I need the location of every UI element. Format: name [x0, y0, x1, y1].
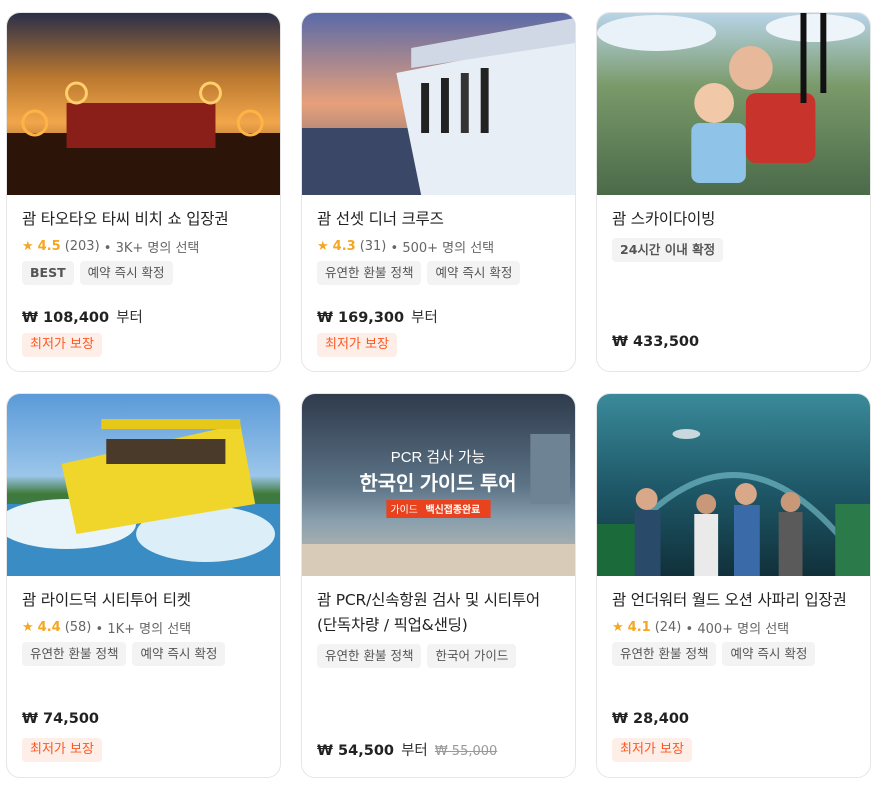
price-value: ₩ 433,500: [612, 334, 700, 350]
rating-score: 4.1: [627, 619, 651, 635]
booked-count: • 400+ 명의 선택: [685, 621, 790, 637]
price-value: ₩ 169,300: [317, 310, 405, 326]
product-rating: ★ 4.4 (58) • 1K+ 명의 선택: [22, 617, 265, 637]
tag-list: 유연한 환불 정책 한국어 가이드: [317, 644, 560, 668]
image-label-guide: 가이드: [391, 504, 418, 516]
rating-count: (31): [359, 238, 387, 254]
price: ₩ 28,400: [612, 711, 689, 727]
lowest-price-badge: 최저가 보장: [317, 333, 397, 357]
product-image: [7, 394, 280, 576]
tag-list: 유연한 환불 정책 예약 즉시 확정: [612, 642, 855, 666]
product-image: [7, 13, 280, 195]
rating-count: (58): [64, 619, 92, 635]
rating-score: 4.3: [332, 238, 356, 254]
rating-count: (24): [654, 619, 682, 635]
product-title[interactable]: 괌 언더워터 월드 오션 사파리 입장권: [612, 588, 855, 613]
price-value: ₩ 74,500: [22, 711, 99, 727]
product-rating: ★ 4.5 (203) • 3K+ 명의 선택: [22, 236, 265, 256]
tag-list: 24시간 이내 확정: [612, 238, 855, 262]
price-suffix: 부터: [411, 310, 438, 326]
tag: 한국어 가이드: [427, 644, 517, 668]
product-rating: ★ 4.1 (24) • 400+ 명의 선택: [612, 617, 855, 637]
product-title[interactable]: 괌 스카이다이빙: [612, 207, 855, 232]
product-card[interactable]: PCR 검사 가능 한국인 가이드 투어 가이드 백신접종완료 괌 PCR/신속…: [301, 393, 576, 778]
product-image: [302, 13, 575, 195]
price: ₩ 169,300 부터: [317, 306, 438, 327]
star-icon: ★: [22, 619, 34, 635]
tag: 24시간 이내 확정: [612, 238, 724, 262]
price: ₩ 54,500 부터 ₩ 55,000: [317, 739, 497, 760]
lowest-price-badge: 최저가 보장: [612, 738, 692, 762]
star-icon: ★: [612, 619, 624, 635]
tag-list: BEST 예약 즉시 확정: [22, 261, 265, 285]
tag: 예약 즉시 확정: [722, 642, 816, 666]
tag: 유연한 환불 정책: [22, 642, 127, 666]
price-suffix: 부터: [116, 310, 143, 326]
product-title[interactable]: 괌 타오타오 타씨 비치 쇼 입장권: [22, 207, 265, 232]
original-price: ₩ 55,000: [434, 744, 498, 759]
product-image: [597, 394, 870, 576]
star-icon: ★: [22, 238, 34, 254]
tag: 유연한 환불 정책: [317, 261, 422, 285]
rating-score: 4.5: [37, 238, 61, 254]
price: ₩ 74,500: [22, 711, 99, 727]
image-headline-1: PCR 검사 가능: [391, 449, 485, 466]
image-label-vaccinated: 백신접종완료: [426, 503, 481, 516]
product-image: PCR 검사 가능 한국인 가이드 투어 가이드 백신접종완료: [302, 394, 575, 576]
price-suffix: 부터: [401, 743, 428, 759]
rating-count: (203): [64, 238, 100, 254]
price: ₩ 433,500: [612, 334, 699, 350]
price-value: ₩ 54,500: [317, 743, 394, 759]
booked-count: • 500+ 명의 선택: [390, 240, 495, 256]
tag: BEST: [22, 261, 74, 285]
tag: 유연한 환불 정책: [612, 642, 717, 666]
product-rating: ★ 4.3 (31) • 500+ 명의 선택: [317, 236, 560, 256]
booked-count: • 1K+ 명의 선택: [95, 621, 192, 637]
tag: 예약 즉시 확정: [132, 642, 226, 666]
product-image: [597, 13, 870, 195]
product-card[interactable]: 괌 언더워터 월드 오션 사파리 입장권 ★ 4.1 (24) • 400+ 명…: [596, 393, 871, 778]
price-value: ₩ 108,400: [22, 310, 110, 326]
product-title[interactable]: 괌 선셋 디너 크루즈: [317, 207, 560, 232]
booked-count: • 3K+ 명의 선택: [103, 240, 200, 256]
product-title[interactable]: 괌 라이드덕 시티투어 티켓: [22, 588, 265, 613]
product-card[interactable]: 괌 타오타오 타씨 비치 쇼 입장권 ★ 4.5 (203) • 3K+ 명의 …: [6, 12, 281, 372]
tag-list: 유연한 환불 정책 예약 즉시 확정: [22, 642, 265, 666]
tag: 예약 즉시 확정: [79, 261, 173, 285]
product-grid: 괌 타오타오 타씨 비치 쇼 입장권 ★ 4.5 (203) • 3K+ 명의 …: [0, 0, 879, 791]
price-value: ₩ 28,400: [612, 711, 689, 727]
tag: 유연한 환불 정책: [317, 644, 422, 668]
star-icon: ★: [317, 238, 329, 254]
lowest-price-badge: 최저가 보장: [22, 738, 102, 762]
product-title[interactable]: 괌 PCR/신속항원 검사 및 시티투어 (단독차량 / 픽업&샌딩): [317, 588, 560, 638]
tag-list: 유연한 환불 정책 예약 즉시 확정: [317, 261, 560, 285]
price: ₩ 108,400 부터: [22, 306, 143, 327]
image-headline-2: 한국인 가이드 투어: [360, 472, 517, 495]
product-card[interactable]: 괌 선셋 디너 크루즈 ★ 4.3 (31) • 500+ 명의 선택 유연한 …: [301, 12, 576, 372]
lowest-price-badge: 최저가 보장: [22, 333, 102, 357]
tag: 예약 즉시 확정: [427, 261, 521, 285]
product-card[interactable]: 괌 라이드덕 시티투어 티켓 ★ 4.4 (58) • 1K+ 명의 선택 유연…: [6, 393, 281, 778]
rating-score: 4.4: [37, 619, 61, 635]
product-card[interactable]: 괌 스카이다이빙 24시간 이내 확정 ₩ 433,500: [596, 12, 871, 372]
